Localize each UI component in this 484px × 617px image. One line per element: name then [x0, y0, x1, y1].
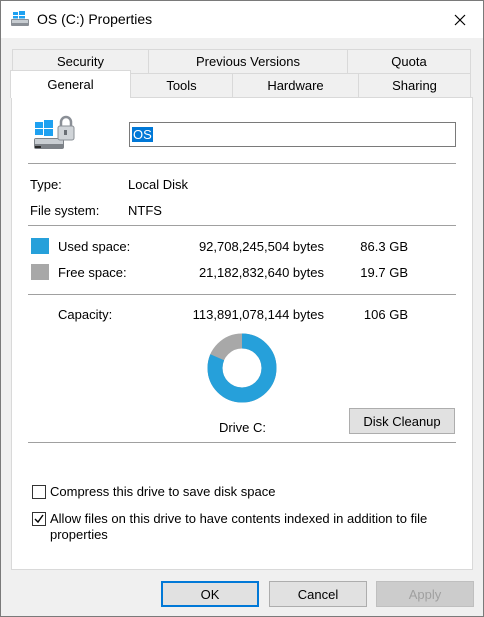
close-button[interactable] [437, 1, 483, 38]
compress-checkbox[interactable] [32, 485, 46, 499]
disk-usage-donut-chart [207, 333, 277, 403]
window-title: OS (C:) Properties [37, 11, 153, 27]
free-space-label: Free space: [58, 265, 127, 280]
free-space-gb: 19.7 GB [360, 265, 408, 280]
drive-lock-icon [34, 115, 75, 149]
compress-label: Compress this drive to save disk space [50, 484, 276, 499]
tab-general[interactable]: General [10, 70, 131, 98]
drive-label: Drive C: [219, 420, 266, 435]
ok-button[interactable]: OK [161, 581, 259, 607]
file-system-value: NTFS [128, 203, 162, 218]
general-panel: OS Type: Local Disk File system: NTFS Us… [11, 97, 473, 570]
title-bar[interactable]: OS (C:) Properties [1, 1, 483, 38]
index-label-line-2: properties [50, 527, 108, 542]
tab-tools[interactable]: Tools [130, 73, 233, 97]
tab-hardware[interactable]: Hardware [232, 73, 359, 97]
properties-window: OS (C:) Properties Security Previous Ver… [0, 0, 484, 617]
type-value: Local Disk [128, 177, 188, 192]
capacity-bytes: 113,891,078,144 bytes [192, 307, 324, 322]
cancel-button[interactable]: Cancel [269, 581, 367, 607]
index-checkbox[interactable] [32, 512, 46, 526]
disk-cleanup-button[interactable]: Disk Cleanup [349, 408, 455, 434]
tab-quota[interactable]: Quota [347, 49, 471, 73]
capacity-label: Capacity: [58, 307, 113, 322]
drive-name-input[interactable]: OS [129, 122, 456, 147]
apply-button[interactable]: Apply [376, 581, 474, 607]
file-system-label: File system: [30, 203, 100, 218]
close-icon [454, 14, 466, 25]
index-label-line-1: Allow files on this drive to have conten… [50, 511, 428, 526]
used-space-label: Used space: [58, 239, 131, 254]
drive-icon [11, 11, 29, 26]
tab-sharing[interactable]: Sharing [358, 73, 471, 97]
divider [28, 163, 456, 164]
used-space-swatch [31, 238, 49, 254]
divider [28, 225, 456, 226]
free-space-bytes: 21,182,832,640 bytes [198, 265, 324, 280]
used-space-bytes: 92,708,245,504 bytes [198, 239, 324, 254]
tab-previous-versions[interactable]: Previous Versions [148, 49, 348, 73]
used-space-gb: 86.3 GB [360, 239, 408, 254]
divider [28, 294, 456, 295]
free-space-swatch [31, 264, 49, 280]
checkmark-icon [34, 514, 44, 524]
capacity-gb: 106 GB [363, 307, 408, 322]
divider [28, 442, 456, 443]
type-label: Type: [30, 177, 62, 192]
